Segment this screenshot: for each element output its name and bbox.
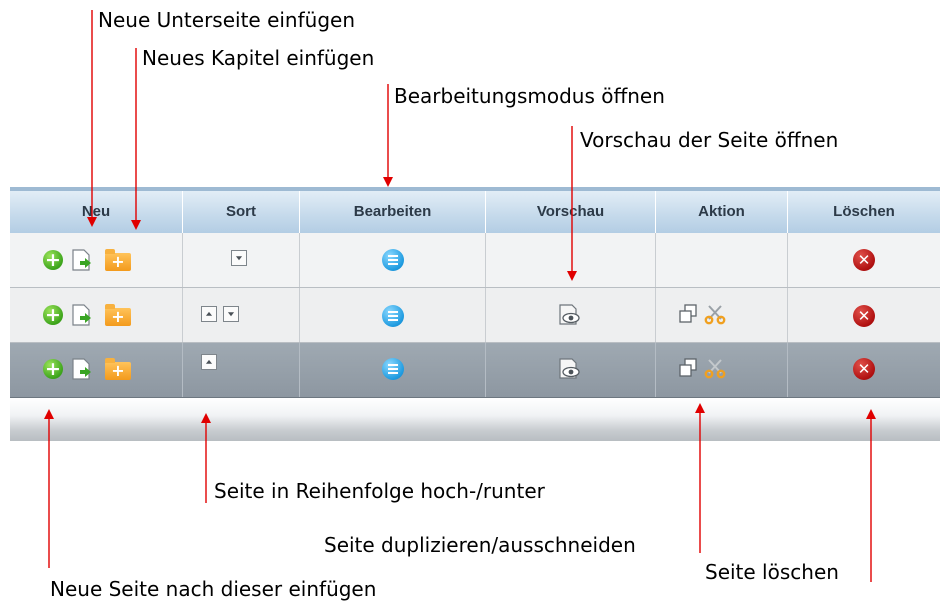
folder-plus-icon[interactable]: + (105, 249, 131, 271)
header-sort: Sort (183, 191, 300, 233)
x-circle-icon[interactable]: ✕ (853, 358, 875, 380)
cell-edit (300, 343, 486, 397)
x-circle-icon[interactable]: ✕ (853, 305, 875, 327)
cell-delete: ✕ (788, 288, 940, 342)
header-bearbeiten: Bearbeiten (300, 191, 486, 233)
table-row: + + ✕ (10, 343, 940, 398)
document-arrow-icon[interactable] (72, 304, 92, 326)
folder-plus-icon[interactable]: + (105, 304, 131, 326)
cell-delete: ✕ (788, 343, 940, 397)
x-circle-icon[interactable]: ✕ (853, 249, 875, 271)
cell-sort (183, 343, 300, 397)
cell-action (656, 343, 788, 397)
page-table: Neu Sort Bearbeiten Vorschau Aktion Lösc… (10, 187, 940, 441)
eye-document-icon[interactable] (558, 304, 582, 326)
cell-new: + + (10, 233, 183, 287)
list-circle-icon[interactable] (382, 249, 404, 271)
folder-plus-icon[interactable]: + (105, 358, 131, 380)
plus-circle-icon[interactable]: + (43, 359, 63, 379)
callout-new-subpage: Neue Unterseite einfügen (98, 8, 356, 32)
table-row: + + ✕ (10, 233, 940, 288)
cell-edit (300, 288, 486, 342)
scissors-icon[interactable] (704, 303, 726, 325)
table-row: + + ✕ (10, 288, 940, 343)
callout-duplicate-cut: Seite duplizieren/ausschneiden (324, 533, 636, 557)
triangle-up-icon[interactable] (201, 306, 217, 322)
copy-icon[interactable] (678, 358, 698, 378)
cell-preview (486, 343, 656, 397)
document-arrow-icon[interactable] (72, 249, 92, 271)
cell-preview (486, 288, 656, 342)
copy-icon[interactable] (678, 304, 698, 324)
list-circle-icon[interactable] (382, 358, 404, 380)
document-arrow-icon[interactable] (72, 358, 92, 380)
callout-edit-mode: Bearbeitungsmodus öffnen (394, 84, 665, 108)
cell-edit (300, 233, 486, 287)
triangle-down-icon[interactable] (231, 250, 247, 266)
cell-new: + + (10, 343, 183, 397)
callout-new-chapter: Neues Kapitel einfügen (142, 46, 375, 70)
callout-sort: Seite in Reihenfolge hoch-/runter (214, 479, 545, 503)
plus-circle-icon[interactable]: + (43, 305, 63, 325)
plus-circle-icon[interactable]: + (43, 250, 63, 270)
list-circle-icon[interactable] (382, 305, 404, 327)
triangle-down-icon[interactable] (223, 306, 239, 322)
table-footer (10, 398, 940, 441)
callout-preview: Vorschau der Seite öffnen (580, 128, 839, 152)
cell-sort (183, 233, 300, 287)
callout-new-page-after: Neue Seite nach dieser einfügen (50, 577, 377, 601)
header-neu: Neu (10, 191, 183, 233)
callout-delete: Seite löschen (705, 560, 839, 584)
header-vorschau: Vorschau (486, 191, 656, 233)
scissors-icon[interactable] (704, 357, 726, 379)
cell-action (656, 288, 788, 342)
eye-document-icon[interactable] (558, 358, 582, 380)
cell-preview (486, 233, 656, 287)
header-loeschen: Löschen (833, 203, 895, 220)
table-header: Neu Sort Bearbeiten Vorschau Aktion Lösc… (10, 187, 940, 233)
header-aktion: Aktion (656, 191, 788, 233)
triangle-up-icon[interactable] (201, 354, 217, 370)
cell-delete: ✕ (788, 233, 940, 287)
cell-sort (183, 288, 300, 342)
cell-new: + + (10, 288, 183, 342)
cell-action (656, 233, 788, 287)
